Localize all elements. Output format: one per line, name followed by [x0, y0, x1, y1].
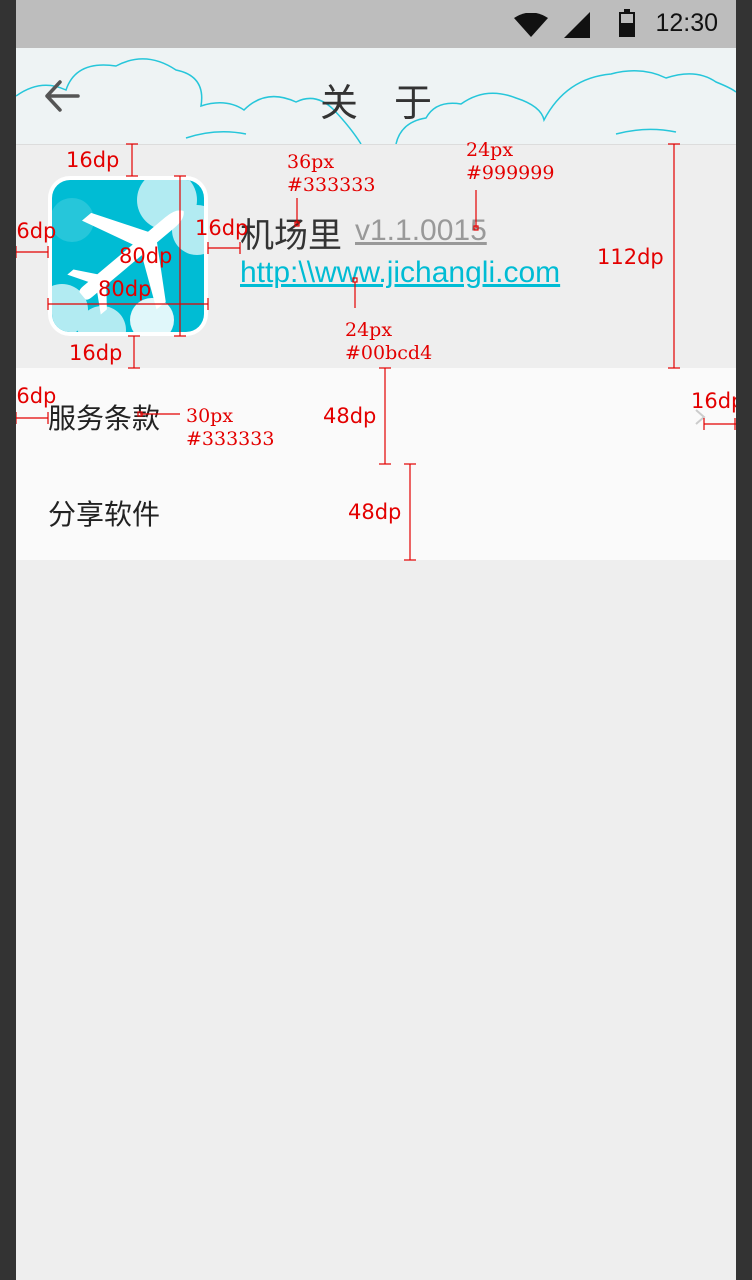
status-bar: 12:30	[16, 0, 736, 48]
spec-item2-height: 48dp	[348, 500, 402, 524]
spec-icon-top: 16dp	[66, 148, 120, 172]
battery-icon	[619, 9, 635, 37]
spec-item1-height: 48dp	[323, 404, 377, 428]
screen: 12:30 关 于 机场里 v1.1.0015 http:\\www.jicha…	[16, 0, 736, 1280]
spec-name-size: 36px	[287, 151, 335, 173]
spec-link-size: 24px	[345, 319, 393, 341]
app-version: v1.1.0015	[355, 214, 487, 247]
list-item-label: 分享软件	[48, 498, 161, 531]
spec-icon-bottom: 16dp	[69, 341, 123, 365]
spec-link-color: #00bcd4	[345, 342, 433, 364]
spec-item-left: 16dp	[16, 384, 57, 408]
spec-item-text-color: #333333	[186, 428, 275, 450]
spec-icon-height: 80dp	[119, 244, 173, 268]
spec-version-color: #999999	[466, 162, 555, 184]
spec-header-height: 112dp	[597, 245, 664, 269]
toolbar: 关 于	[16, 48, 736, 145]
list-item-label: 服务条款	[48, 402, 161, 435]
signal-icon	[564, 12, 590, 38]
page-title: 关 于	[319, 81, 445, 125]
spec-item-text-size: 30px	[186, 405, 234, 427]
spec-icon-width: 80dp	[98, 277, 152, 301]
spec-icon-right: 16dp	[195, 216, 249, 240]
spec-item-right: 16dp	[691, 389, 736, 413]
status-time: 12:30	[655, 9, 718, 37]
spec-name-color: #333333	[287, 174, 376, 196]
spec-icon-left: 16dp	[16, 219, 57, 243]
app-name: 机场里	[240, 216, 342, 256]
spec-version-size: 24px	[466, 139, 514, 161]
wifi-icon	[514, 13, 548, 37]
website-link[interactable]: http:\\www.jichangli.com	[240, 256, 560, 290]
